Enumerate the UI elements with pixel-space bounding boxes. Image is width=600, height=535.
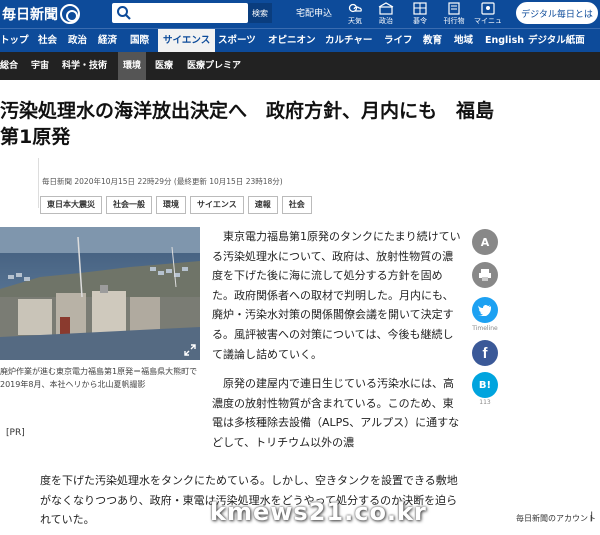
- search-icon: [117, 6, 131, 20]
- tag-science[interactable]: サイエンス: [190, 196, 244, 214]
- tag-breaking[interactable]: 速報: [247, 196, 278, 214]
- tag-environment[interactable]: 環境: [156, 196, 186, 214]
- subnav-environment[interactable]: 環境: [118, 52, 147, 80]
- account-link[interactable]: 毎日新聞のアカウント: [516, 513, 596, 524]
- twitter-label: Timeline: [472, 325, 498, 332]
- top-header: 毎日新聞 検索 宅配申込 天気 政治 碁令 刊行物 マイニュース デジタル毎日と…: [0, 0, 600, 35]
- subnav-general[interactable]: 総合: [0, 52, 18, 80]
- account-close-icon[interactable]: |: [590, 511, 593, 522]
- photo-caption: 廃炉作業が進む東京電力福島第1原発＝福島県大熊町で2019年8月、本社ヘリから北…: [0, 367, 198, 389]
- pr-label: [PR]: [6, 428, 25, 438]
- nav-english[interactable]: English: [485, 29, 524, 52]
- subnav-medical-premier[interactable]: 医療プレミア: [187, 52, 241, 80]
- nav-sports[interactable]: スポーツ: [218, 29, 256, 52]
- weather-icon: [348, 3, 362, 13]
- article-photo[interactable]: [0, 227, 200, 360]
- nav-society[interactable]: 社会: [38, 29, 57, 52]
- search-button[interactable]: 検索: [248, 3, 272, 23]
- nav-life[interactable]: ライフ: [384, 29, 413, 52]
- press-label: 刊行物: [443, 17, 465, 25]
- subnav-science-tech[interactable]: 科学・技術: [62, 52, 107, 80]
- logo-text: 毎日新聞: [2, 7, 58, 23]
- nav-region[interactable]: 地域: [454, 29, 473, 52]
- sub-nav: 総合 宇宙 科学・技術 環境 医療 医療プレミア: [0, 52, 600, 80]
- article-title: 汚染処理水の海洋放出決定へ 政府方針、月内にも 福島第1原発: [0, 100, 495, 148]
- politics-label: 政治: [379, 17, 393, 25]
- print-button[interactable]: [472, 262, 498, 288]
- subnav-space[interactable]: 宇宙: [31, 52, 49, 80]
- header-weather[interactable]: 天気: [338, 2, 372, 26]
- politics-icon: [378, 2, 394, 15]
- nav-digital-paper[interactable]: デジタル紙面: [528, 29, 585, 52]
- go-label: 碁令: [413, 17, 427, 25]
- header-press[interactable]: 刊行物: [437, 2, 471, 26]
- tag-society[interactable]: 社会: [281, 196, 312, 214]
- hatena-count: 113: [479, 399, 491, 406]
- print-icon: [479, 269, 491, 281]
- main-nav: トップ 社会 政治 経済 国際 サイエンス スポーツ オピニオン カルチャー ラ…: [0, 28, 600, 52]
- article-body: 東京電力福島第1原発のタンクにたまり続けている汚染処理水について、政府は、放射性…: [212, 227, 464, 453]
- go-shogi-icon: [413, 2, 427, 15]
- article-paragraph-2-top: 原発の建屋内で連日生じている汚染水には、高濃度の放射性物質が含まれている。このた…: [212, 377, 460, 449]
- delivery-link[interactable]: 宅配申込: [296, 6, 332, 19]
- watermark: kmews21.co.kr: [210, 498, 427, 526]
- nav-economy[interactable]: 経済: [98, 29, 117, 52]
- nav-top[interactable]: トップ: [0, 29, 29, 52]
- hatena-icon: B!: [478, 379, 492, 391]
- nav-culture[interactable]: カルチャー: [325, 29, 372, 52]
- tag-list: 東日本大震災 社会一般 環境 サイエンス 速報 社会: [40, 196, 312, 214]
- twitter-share-button[interactable]: [472, 297, 498, 323]
- site-logo[interactable]: 毎日新聞: [2, 3, 80, 25]
- hatena-bookmark-button[interactable]: B!: [472, 372, 498, 398]
- header-politics[interactable]: 政治: [369, 2, 403, 26]
- nav-politics[interactable]: 政治: [68, 29, 87, 52]
- tag-earthquake[interactable]: 東日本大震災: [40, 196, 102, 214]
- font-size-button[interactable]: A: [472, 229, 498, 255]
- logo-mark-icon: [60, 4, 80, 24]
- byline-divider: [38, 158, 39, 208]
- header-go[interactable]: 碁令: [403, 2, 437, 26]
- twitter-icon: [478, 304, 491, 316]
- nav-science[interactable]: サイエンス: [158, 29, 216, 52]
- subnav-medical[interactable]: 医療: [155, 52, 173, 80]
- plant-photo: [0, 227, 200, 360]
- manage-icon: [481, 2, 495, 15]
- digital-mainichi-button[interactable]: デジタル毎日とは: [516, 2, 598, 24]
- tag-society-general[interactable]: 社会一般: [106, 196, 152, 214]
- nav-education[interactable]: 教育: [423, 29, 442, 52]
- facebook-share-button[interactable]: f: [472, 340, 498, 366]
- article-byline: 毎日新聞 2020年10月15日 22時29分 (最終更新 10月15日 23時…: [42, 177, 283, 186]
- nav-opinion[interactable]: オピニオン: [268, 29, 316, 52]
- search-input[interactable]: [112, 3, 248, 23]
- article-paragraph-1: 東京電力福島第1原発のタンクにたまり続けている汚染処理水について、政府は、放射性…: [212, 230, 461, 361]
- font-size-label: A: [480, 235, 490, 249]
- expand-icon[interactable]: [183, 343, 197, 357]
- weather-label: 天気: [348, 17, 362, 25]
- press-icon: [448, 2, 460, 15]
- facebook-icon: f: [482, 344, 488, 362]
- nav-international[interactable]: 国際: [130, 29, 149, 52]
